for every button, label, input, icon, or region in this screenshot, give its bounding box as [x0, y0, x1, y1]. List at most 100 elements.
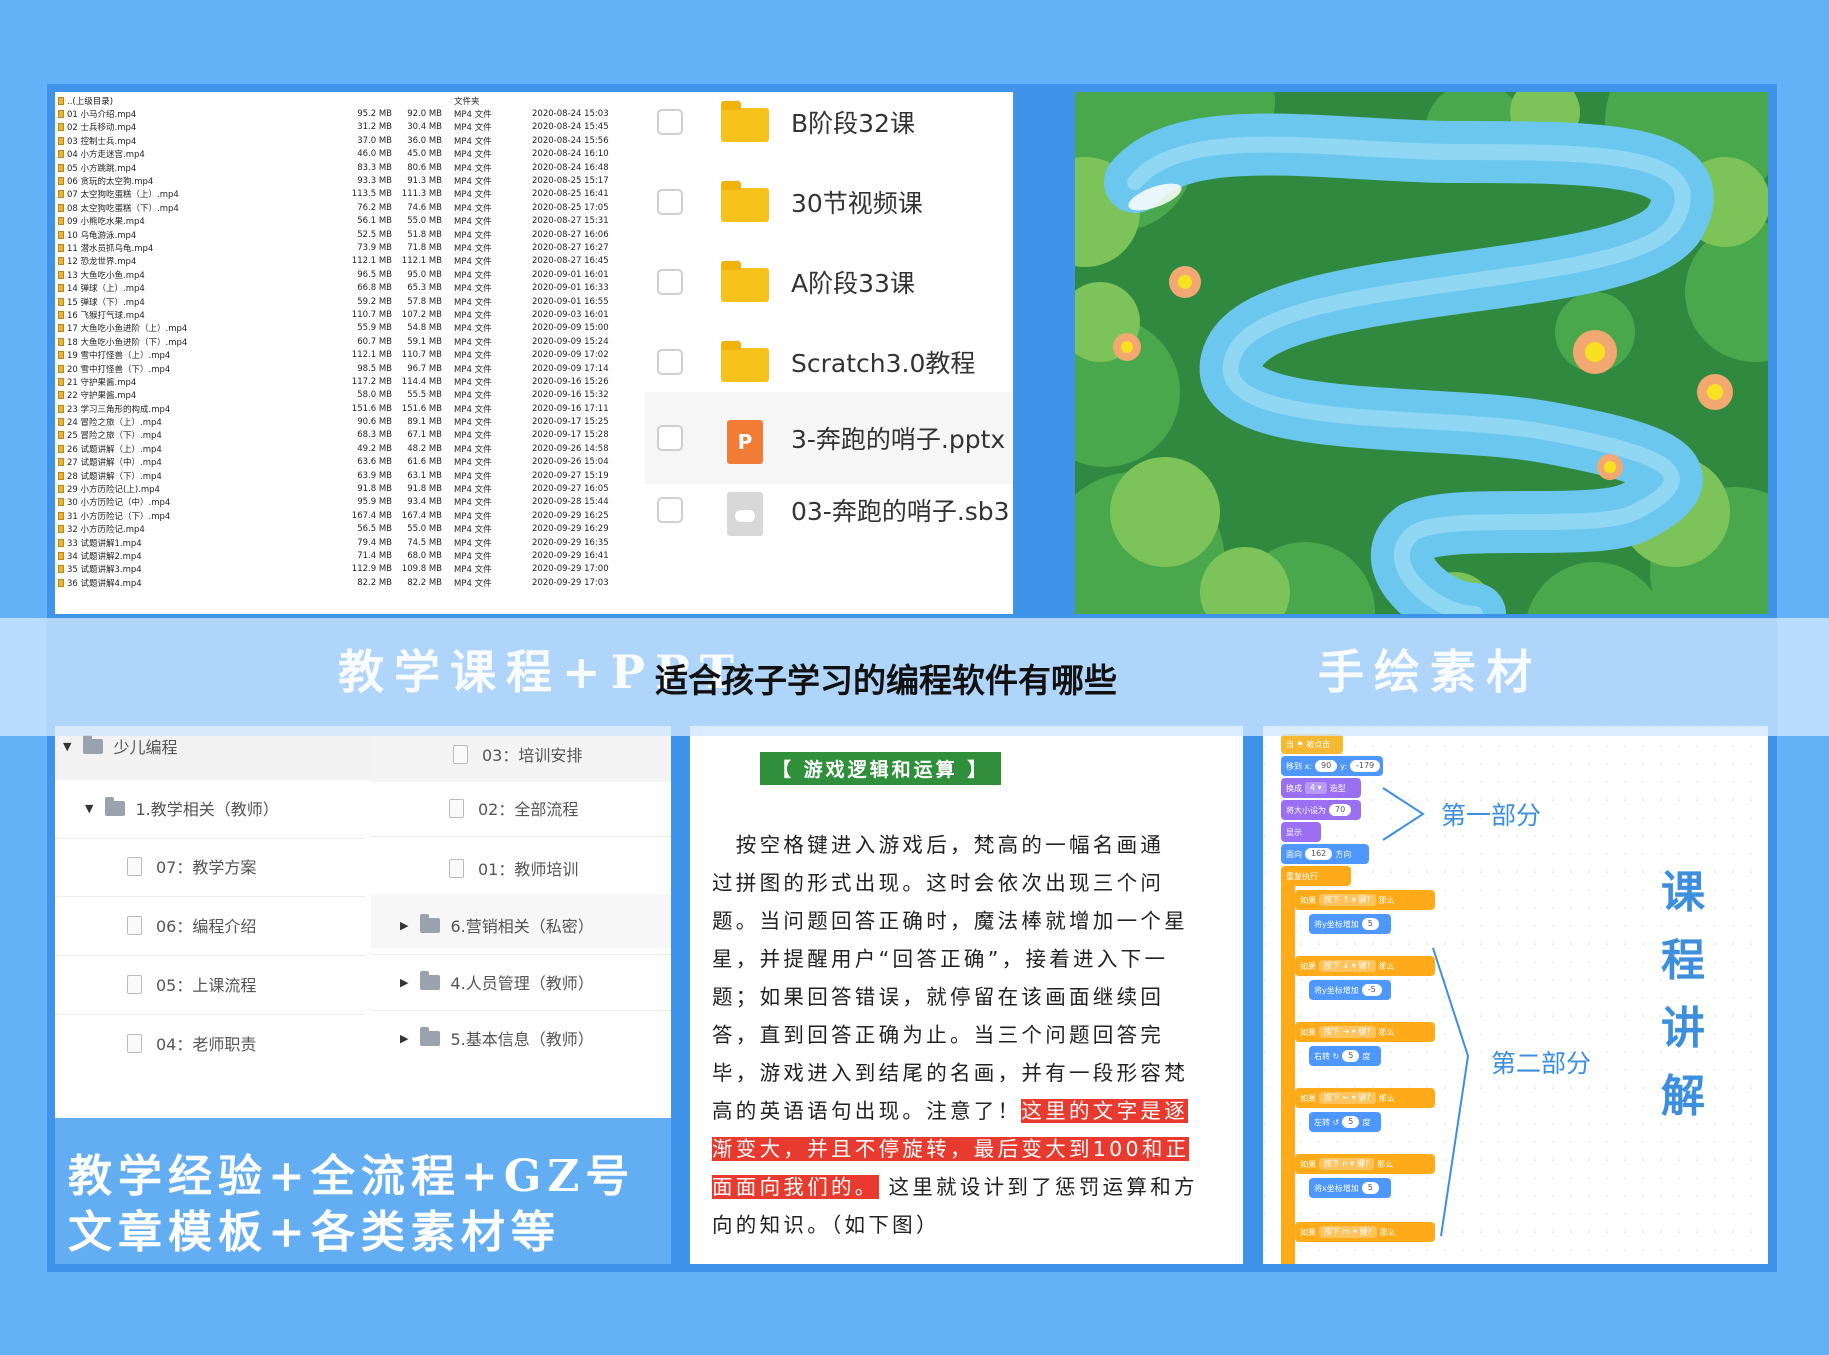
expand-arrow-icon[interactable]: ▼ [85, 802, 93, 815]
tree-doc[interactable]: 03：培训安排 [453, 742, 582, 766]
file-row[interactable]: 21 守护果酱.mp4 117.2 MB 114.4 MB MP4 文件 2020-09… [55, 375, 625, 388]
tree-folder-teaching[interactable]: ▼ 1.教学相关（教师） [85, 796, 279, 820]
tree-doc[interactable]: 05：上课流程 [127, 972, 256, 996]
file-row[interactable]: 10 乌龟游泳.mp4 52.5 MB 51.8 MB MP4 文件 2020-08-2… [55, 228, 625, 241]
file-row[interactable]: 07 太空狗吃蛋糕（上）.mp4 113.5 MB 111.3 MB MP4 文件 20… [55, 188, 625, 201]
if-key-pressed-block[interactable]: 如果 按下 ↓ ▾ 键? 那么 [1295, 956, 1435, 976]
block-text: 当 ⚑ 被点击 [1286, 739, 1331, 749]
file-row[interactable]: 06 贪玩的太空狗.mp4 93.3 MB 91.3 MB MP4 文件 2020-08… [55, 174, 625, 187]
file-row[interactable]: 34 试题讲解2.mp4 71.4 MB 68.0 MB MP4 文件 2020-09-… [55, 549, 625, 562]
switch-costume-block[interactable]: 换成 4 ▾ 造型 [1281, 778, 1361, 798]
file-row[interactable]: 33 试题讲解1.mp4 79.4 MB 74.5 MB MP4 文件 2020-09-… [55, 536, 625, 549]
file-row[interactable]: 27 试题讲解（中）.mp4 63.6 MB 61.6 MB MP4 文件 2020-0… [55, 456, 625, 469]
file-row[interactable]: 19 雪中打怪兽（上）.mp4 112.1 MB 110.7 MB MP4 文件 202… [55, 348, 625, 361]
file-row[interactable]: 20 雪中打怪兽（下）.mp4 98.5 MB 96.7 MB MP4 文件 2020-… [55, 362, 625, 375]
select-checkbox[interactable] [657, 349, 683, 375]
file-row[interactable]: 29 小方历险记(上).mp4 91.8 MB 91.8 MB MP4 文件 2020-… [55, 482, 625, 495]
file-row[interactable]: 25 冒险之旅（下）.mp4 68.3 MB 67.1 MB MP4 文件 2020-0… [55, 429, 625, 442]
goto-xy-block[interactable]: 移到 x: 90 y: -179 [1281, 756, 1383, 776]
file-row[interactable]: 13 大鱼吃小鱼.mp4 96.5 MB 95.0 MB MP4 文件 2020-09-… [55, 268, 625, 281]
item-label: Scratch3.0教程 [791, 349, 976, 378]
file-row[interactable]: 08 太空狗吃蛋糕（下）.mp4 76.2 MB 74.6 MB MP4 文件 2020… [55, 201, 625, 214]
if-key-pressed-block[interactable]: 如果 按下 ← ▾ 键? 那么 [1295, 1088, 1435, 1108]
turn-right-block[interactable]: 右转 ↻ 5 度 [1309, 1046, 1381, 1066]
block-text: → ▾ [1342, 1027, 1356, 1036]
file-size-compressed: 59.1 MB [407, 336, 442, 347]
expand-arrow-icon[interactable]: ▶ [400, 919, 408, 932]
select-checkbox[interactable] [657, 109, 683, 135]
tree-folder[interactable]: ▶ 5.基本信息（教师） [400, 1026, 594, 1050]
when-flag-clicked-block[interactable]: 当 ⚑ 被点击 [1281, 734, 1343, 754]
tree-folder[interactable]: ▶ 6.营销相关（私密） [400, 913, 594, 937]
file-date: 2020-09-29 16:25 [532, 510, 609, 521]
folder-icon [420, 913, 441, 933]
select-checkbox[interactable] [657, 425, 683, 451]
block-text: m ▾ [1342, 1227, 1357, 1236]
file-row[interactable]: 14 弹球（上）.mp4 66.8 MB 65.3 MB MP4 文件 2020-09-… [55, 281, 625, 294]
icon-shape [721, 101, 769, 142]
block-text: 如果 [1300, 1227, 1316, 1237]
if-key-pressed-block[interactable]: 如果 按下 → ▾ 键? 那么 [1295, 1022, 1435, 1042]
file-date: 2020-09-28 15:44 [532, 497, 609, 508]
file-row[interactable]: 31 小方历险记（下）.mp4 167.4 MB 167.4 MB MP4 文件 202… [55, 509, 625, 522]
file-row[interactable]: 36 试题讲解4.mp4 82.2 MB 82.2 MB MP4 文件 2020-09-… [55, 576, 625, 589]
file-row[interactable]: 17 大鱼吃小鱼进阶（上）.mp4 55.9 MB 54.8 MB MP4 文件 202… [55, 322, 625, 335]
file-row[interactable]: 18 大鱼吃小鱼进阶（下）.mp4 60.7 MB 59.1 MB MP4 文件 202… [55, 335, 625, 348]
file-row[interactable]: 24 冒险之旅（上）.mp4 90.6 MB 89.1 MB MP4 文件 2020-0… [55, 415, 625, 428]
expand-arrow-icon[interactable]: ▶ [400, 1032, 408, 1045]
file-row[interactable]: 15 弹球（下）.mp4 59.2 MB 57.8 MB MP4 文件 2020-09-… [55, 295, 625, 308]
block-input: 5 [1361, 1182, 1379, 1194]
file-name: 14 弹球（上）.mp4 [67, 284, 145, 295]
if-key-pressed-block[interactable]: 如果 按下 m ▾ 键? 那么 [1295, 1222, 1435, 1242]
if-key-pressed-block[interactable]: 如果 按下 ↑ ▾ 键? 那么 [1295, 890, 1435, 910]
file-type: MP4 文件 [454, 177, 492, 188]
file-row[interactable]: 02 士兵移动.mp4 31.2 MB 30.4 MB MP4 文件 2020-08-2… [55, 121, 625, 134]
file-row[interactable]: 11 潜水员抓乌龟.mp4 73.9 MB 71.8 MB MP4 文件 2020-08… [55, 241, 625, 254]
file-name: 11 潜水员抓乌龟.mp4 [67, 243, 154, 254]
expand-arrow-icon[interactable]: ▶ [400, 976, 408, 989]
tree-root-label: 少儿编程 [113, 738, 178, 757]
tree-doc[interactable]: 06：编程介绍 [127, 913, 256, 937]
tree-doc[interactable]: 01：教师培训 [449, 856, 578, 880]
change-y-block[interactable]: 将y坐标增加 5 [1309, 914, 1391, 934]
block-text: 按下 [1324, 895, 1340, 904]
file-item[interactable]: 03-奔跑的哨子.sb3 [645, 464, 1013, 556]
folder-item[interactable]: 30节视频课 [645, 156, 1013, 248]
forever-block[interactable]: 重复执行 [1281, 866, 1351, 886]
select-checkbox[interactable] [657, 269, 683, 295]
file-row[interactable]: 12 恐龙世界.mp4 112.1 MB 112.1 MB MP4 文件 2020-08… [55, 255, 625, 268]
item-label: 03-奔跑的哨子.sb3 [791, 497, 1010, 526]
tree-doc[interactable]: 02：全部流程 [449, 796, 578, 820]
set-size-block[interactable]: 将大小设为 70 [1281, 800, 1361, 820]
file-row[interactable]: 09 小熊吃水果.mp4 56.1 MB 55.0 MB MP4 文件 2020-08-… [55, 215, 625, 228]
file-row[interactable]: 28 试题讲解（下）.mp4 63.9 MB 63.1 MB MP4 文件 2020-0… [55, 469, 625, 482]
file-row[interactable]: 01 小马介绍.mp4 95.2 MB 92.0 MB MP4 文件 2020-08-2… [55, 107, 625, 120]
change-x-block[interactable]: 将x坐标增加 5 [1309, 1178, 1391, 1198]
hand-drawn-river-illustration [1075, 92, 1768, 614]
expand-arrow-icon[interactable]: ▼ [63, 740, 71, 753]
tree-doc[interactable]: 07：教学方案 [127, 854, 256, 878]
tree-doc[interactable]: 04：老师职责 [127, 1031, 256, 1055]
file-row[interactable]: 32 小方历险记.mp4 56.5 MB 55.0 MB MP4 文件 2020-09-… [55, 523, 625, 536]
file-row[interactable]: 35 试题讲解3.mp4 112.9 MB 109.8 MB MP4 文件 2020-0… [55, 563, 625, 576]
file-row[interactable]: ..(上级目录) 文件夹 [55, 94, 625, 107]
file-row[interactable]: 04 小方走迷宫.mp4 46.0 MB 45.0 MB MP4 文件 2020-08-… [55, 148, 625, 161]
show-block[interactable]: 显示 [1281, 822, 1321, 842]
file-row[interactable]: 22 守护果酱.mp4 58.0 MB 55.5 MB MP4 文件 2020-09-1… [55, 389, 625, 402]
file-row[interactable]: 05 小方跳跳.mp4 83.3 MB 80.6 MB MP4 文件 2020-08-2… [55, 161, 625, 174]
select-checkbox[interactable] [657, 189, 683, 215]
select-checkbox[interactable] [657, 497, 683, 523]
file-row[interactable]: 30 小方历险记（中）.mp4 95.9 MB 93.4 MB MP4 文件 2020-… [55, 496, 625, 509]
point-direction-block[interactable]: 面向 162 方向 [1281, 844, 1369, 864]
if-key-pressed-block[interactable]: 如果 按下 n ▾ 键? 那么 [1295, 1154, 1435, 1174]
tree-root[interactable]: ▼ 少儿编程 [63, 734, 177, 758]
turn-left-block[interactable]: 左转 ↺ 5 度 [1309, 1112, 1381, 1132]
tree-folder[interactable]: ▶ 4.人员管理（教师） [400, 970, 594, 994]
file-row[interactable]: 23 学习三角形的构成.mp4 151.6 MB 151.6 MB MP4 文件 202… [55, 402, 625, 415]
file-name: 33 试题讲解1.mp4 [67, 538, 142, 549]
file-row[interactable]: 03 控制士兵.mp4 37.0 MB 36.0 MB MP4 文件 2020-08-2… [55, 134, 625, 147]
file-row[interactable]: 16 飞猴打气球.mp4 110.7 MB 107.2 MB MP4 文件 2020-0… [55, 308, 625, 321]
change-y-block[interactable]: 将y坐标增加 -5 [1309, 980, 1391, 1000]
folder-item[interactable]: A阶段33课 [645, 236, 1013, 328]
file-row[interactable]: 26 试题讲解（上）.mp4 49.2 MB 48.2 MB MP4 文件 2020-0… [55, 442, 625, 455]
